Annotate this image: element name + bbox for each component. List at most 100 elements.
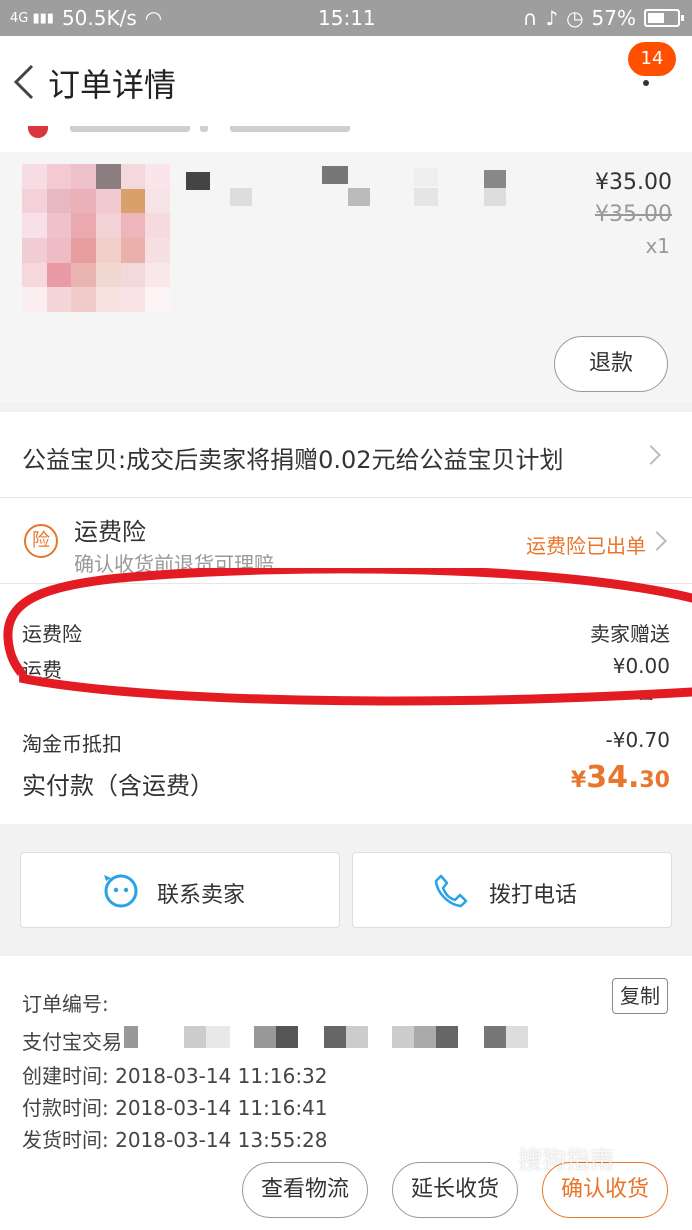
signal-icon: 4G ▮▮▮ (10, 10, 54, 26)
shop-icon (28, 126, 48, 138)
image-pixel (46, 188, 72, 214)
refund-button[interactable]: 退款 (554, 336, 668, 392)
image-pixel (120, 237, 146, 263)
wifi-icon: ◠ (144, 6, 163, 30)
navigation-bar: 订单详情 14 (0, 36, 692, 126)
image-pixel (95, 237, 121, 263)
image-pixel (46, 164, 72, 189)
charity-row[interactable]: 公益宝贝:成交后卖家将捐赠0.02元给公益宝贝计划 (0, 412, 692, 498)
chevron-right-icon (641, 445, 661, 465)
blurred-number (484, 1026, 506, 1048)
blurred-number (254, 1026, 276, 1048)
image-pixel (120, 188, 146, 214)
image-pixel (22, 188, 47, 214)
blurred-shop-name (70, 126, 190, 132)
clock: 15:11 (318, 6, 376, 30)
notification-badge: 14 (628, 42, 676, 76)
total-label: 实付款（含运费） (22, 772, 214, 800)
insurance-icon: 险 (24, 524, 58, 558)
headset-icon: ∩ (522, 6, 538, 30)
fee-summary: 运费险 卖家赠送 运费 ¥0.00 粉丝专享 淘金币抵扣 -¥0.70 实付款（… (0, 584, 692, 824)
blurred-text (230, 126, 350, 132)
page-title: 订单详情 (48, 66, 177, 104)
fee-label: 淘金币抵扣 (22, 732, 122, 756)
fee-value: -¥0.70 (605, 728, 670, 752)
blurred-number (324, 1026, 346, 1048)
battery-icon (644, 9, 684, 27)
insurance-status: 运费险已出单 (526, 534, 646, 558)
alipay-trade-row: 支付宝交易 (22, 1026, 528, 1055)
charity-text: 公益宝贝:成交后卖家将捐赠0.02元给公益宝贝计划 (22, 446, 564, 474)
mute-icon: ♪ (545, 6, 559, 30)
image-pixel (145, 237, 170, 263)
blurred-number (206, 1026, 230, 1048)
shipping-insurance-row[interactable]: 险 运费险 确认收货前退货可理赔 运费险已出单 (0, 498, 692, 584)
call-phone-button[interactable]: 拨打电话 (352, 852, 672, 928)
battery-fill (648, 13, 664, 23)
image-pixel (71, 262, 96, 288)
image-pixel (145, 287, 170, 312)
blurred-title (348, 188, 370, 206)
battery-percent: 57% (591, 6, 636, 30)
phone-icon (434, 874, 468, 908)
product-card[interactable]: ¥35.00 ¥35.00 x1 退款 (0, 152, 692, 402)
image-pixel (120, 287, 146, 312)
fee-value: ¥0.00 (612, 654, 670, 678)
blurred-number (506, 1026, 528, 1048)
image-pixel (46, 262, 72, 288)
back-arrow-icon[interactable] (10, 62, 38, 102)
shipped-time: 发货时间: 2018-03-14 13:55:28 (22, 1128, 328, 1152)
image-pixel (22, 262, 47, 288)
blurred-title (414, 168, 438, 186)
created-time: 创建时间: 2018-03-14 11:16:32 (22, 1064, 328, 1088)
alarm-icon: ◷ (566, 6, 584, 30)
total-row: 实付款（含运费） ¥34.30 (22, 760, 670, 801)
product-original-price: ¥35.00 (595, 202, 672, 227)
image-pixel (95, 188, 121, 214)
image-pixel (71, 188, 96, 214)
status-bar: 4G ▮▮▮ 50.5K/s ◠ 15:11 ∩ ♪ ◷ 57% (0, 0, 692, 36)
contact-section: 联系卖家 拨打电话 (0, 838, 692, 940)
blurred-number (436, 1026, 458, 1048)
fee-row: 运费 ¥0.00 (22, 654, 670, 683)
image-pixel (145, 164, 170, 189)
order-number-label: 订单编号: (22, 992, 109, 1016)
image-pixel (46, 213, 72, 238)
fee-value: 卖家赠送 (590, 622, 670, 646)
image-pixel (71, 237, 96, 263)
product-image[interactable] (22, 164, 170, 312)
blurred-title (484, 170, 506, 188)
image-pixel (71, 287, 96, 312)
image-pixel (46, 287, 72, 312)
extend-receipt-button[interactable]: 延长收货 (392, 1162, 518, 1218)
blurred-title (186, 172, 210, 190)
blurred-number (276, 1026, 298, 1048)
image-pixel (120, 213, 146, 238)
image-pixel (95, 164, 121, 189)
product-price: ¥35.00 (595, 170, 672, 195)
contact-seller-button[interactable]: 联系卖家 (20, 852, 340, 928)
image-pixel (95, 213, 121, 238)
image-pixel (22, 287, 47, 312)
fee-label: 运费 (22, 658, 62, 682)
image-pixel (145, 213, 170, 238)
view-logistics-button[interactable]: 查看物流 (242, 1162, 368, 1218)
chevron-right-icon (647, 531, 667, 551)
call-phone-label: 拨打电话 (489, 883, 578, 908)
blurred-number (346, 1026, 368, 1048)
image-pixel (145, 262, 170, 288)
watermark: 搜狗指南 (518, 1146, 614, 1174)
image-pixel (120, 262, 146, 288)
chat-bubble-icon (104, 874, 138, 908)
blurred-number (414, 1026, 436, 1048)
blurred-number (392, 1026, 414, 1048)
blurred-number (184, 1026, 206, 1048)
image-pixel (46, 237, 72, 263)
image-pixel (22, 164, 47, 189)
insurance-subtitle: 确认收货前退货可理赔 (74, 552, 274, 576)
blurred-title (414, 188, 438, 206)
copy-button[interactable]: 复制 (612, 978, 668, 1014)
image-pixel (95, 262, 121, 288)
product-quantity: x1 (645, 234, 670, 258)
seller-strip[interactable] (0, 126, 692, 152)
